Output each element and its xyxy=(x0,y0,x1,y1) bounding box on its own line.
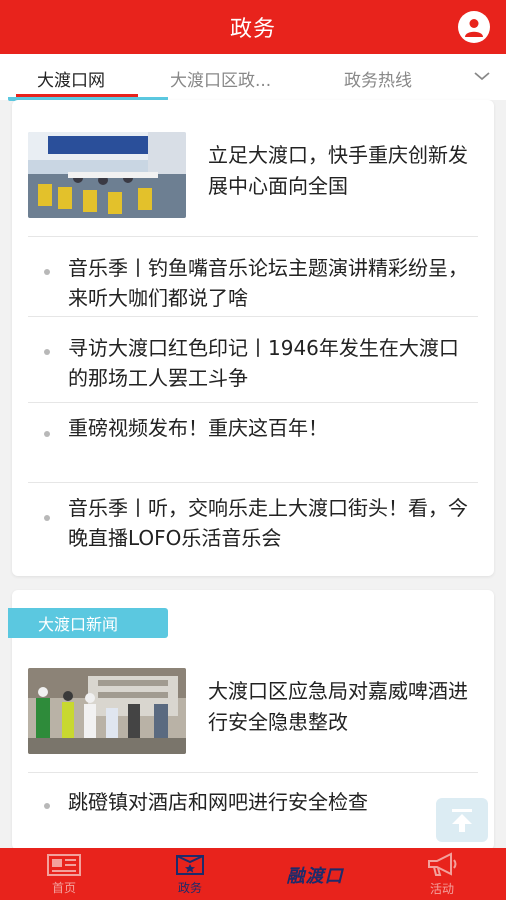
user-profile-button[interactable] xyxy=(458,11,490,43)
list-item-title: 音乐季丨钓鱼嘴音乐论坛主题演讲精彩纷呈，来听大咖们都说了啥 xyxy=(68,256,468,310)
bullet-icon xyxy=(44,431,50,437)
list-item-title: 重磅视频发布！重庆这百年！ xyxy=(68,416,328,440)
arrow-up-icon xyxy=(452,809,472,832)
gov-badge-icon xyxy=(176,854,204,875)
bullet-icon xyxy=(44,803,50,809)
app-logo[interactable]: 融渡口 xyxy=(270,858,360,892)
featured-article[interactable]: 大渡口区应急局对嘉威啤酒进行安全隐患整改 xyxy=(28,666,478,756)
featured-article-image xyxy=(28,668,186,754)
featured-article[interactable]: 立足大渡口，快手重庆创新发展中心面向全国 xyxy=(28,130,478,220)
nav-activity[interactable]: 活动 xyxy=(402,848,482,900)
news-card-dadukou-news: 大渡口新闻 大渡口区应急局对嘉威啤酒进行安全隐患整改 跳磴镇对酒店和网吧进行安全… xyxy=(8,590,494,850)
scroll-to-top-button[interactable] xyxy=(436,798,488,842)
tab-dadukou-net[interactable]: 大渡口网 xyxy=(37,66,105,91)
list-item[interactable]: 音乐季丨钓鱼嘴音乐论坛主题演讲精彩纷呈，来听大咖们都说了啥 xyxy=(28,236,478,316)
chevron-down-icon[interactable] xyxy=(470,62,494,90)
nav-government-label: 政务 xyxy=(177,880,202,895)
bullet-icon xyxy=(44,515,50,521)
page-title: 政务 xyxy=(229,17,276,42)
list-item-title: 音乐季丨听，交响乐走上大渡口街头！看，今晚直播LOFO乐活音乐会 xyxy=(68,496,468,550)
featured-article-title: 立足大渡口，快手重庆创新发展中心面向全国 xyxy=(208,143,468,198)
list-item-title: 跳磴镇对酒店和网吧进行安全检查 xyxy=(68,790,368,814)
bullet-icon xyxy=(44,269,50,275)
nav-activity-label: 活动 xyxy=(429,881,454,896)
nav-home[interactable]: 首页 xyxy=(24,848,104,900)
newspaper-icon xyxy=(47,853,81,876)
bullet-icon xyxy=(44,349,50,355)
list-item-title: 寻访大渡口红色印记丨1946年发生在大渡口的那场工人罢工斗争 xyxy=(68,336,459,390)
tab-gov-hotline[interactable]: 政务热线 xyxy=(344,66,412,91)
megaphone-icon xyxy=(428,851,457,876)
section-label: 大渡口新闻 xyxy=(8,608,168,638)
list-item[interactable]: 音乐季丨听，交响乐走上大渡口街头！看，今晚直播LOFO乐活音乐会 xyxy=(28,482,478,568)
bottom-navigation: 首页 政务 融渡口 活动 xyxy=(0,848,506,900)
featured-article-image xyxy=(28,132,186,218)
list-item[interactable]: 跳磴镇对酒店和网吧进行安全检查 xyxy=(28,772,478,842)
app-header: 政务 xyxy=(0,0,506,54)
nav-home-label: 首页 xyxy=(51,880,76,895)
list-item[interactable]: 重磅视频发布！重庆这百年！ xyxy=(28,402,478,482)
news-card-dadukou-net: 立足大渡口，快手重庆创新发展中心面向全国 音乐季丨钓鱼嘴音乐论坛主题演讲精彩纷呈… xyxy=(12,100,494,576)
nav-government[interactable]: 政务 xyxy=(150,848,230,900)
user-icon xyxy=(465,19,483,37)
list-item[interactable]: 寻访大渡口红色印记丨1946年发生在大渡口的那场工人罢工斗争 xyxy=(28,316,478,402)
featured-article-title: 大渡口区应急局对嘉威啤酒进行安全隐患整改 xyxy=(208,679,468,734)
tab-dadukou-gov[interactable]: 大渡口区政... xyxy=(170,66,271,91)
